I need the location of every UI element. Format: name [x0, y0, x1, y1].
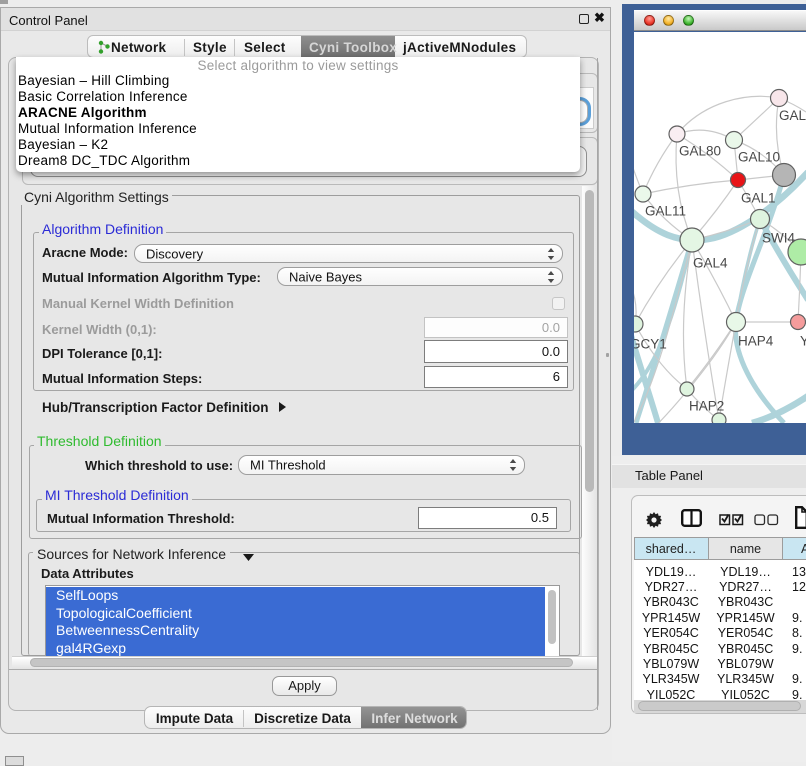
- svg-text:GAL: GAL: [779, 108, 806, 123]
- svg-text:HAP2: HAP2: [689, 399, 724, 414]
- svg-text:HAP4: HAP4: [738, 334, 774, 349]
- svg-text:GAL11: GAL11: [645, 204, 686, 219]
- svg-text:GAL10: GAL10: [738, 150, 780, 165]
- svg-text:Y: Y: [800, 334, 806, 349]
- svg-text:GAL4: GAL4: [693, 256, 728, 271]
- svg-text:GAL1: GAL1: [741, 191, 776, 206]
- svg-text:GAL80: GAL80: [679, 144, 721, 159]
- svg-text:GCY1: GCY1: [634, 337, 667, 352]
- svg-text:SWI4: SWI4: [762, 231, 795, 246]
